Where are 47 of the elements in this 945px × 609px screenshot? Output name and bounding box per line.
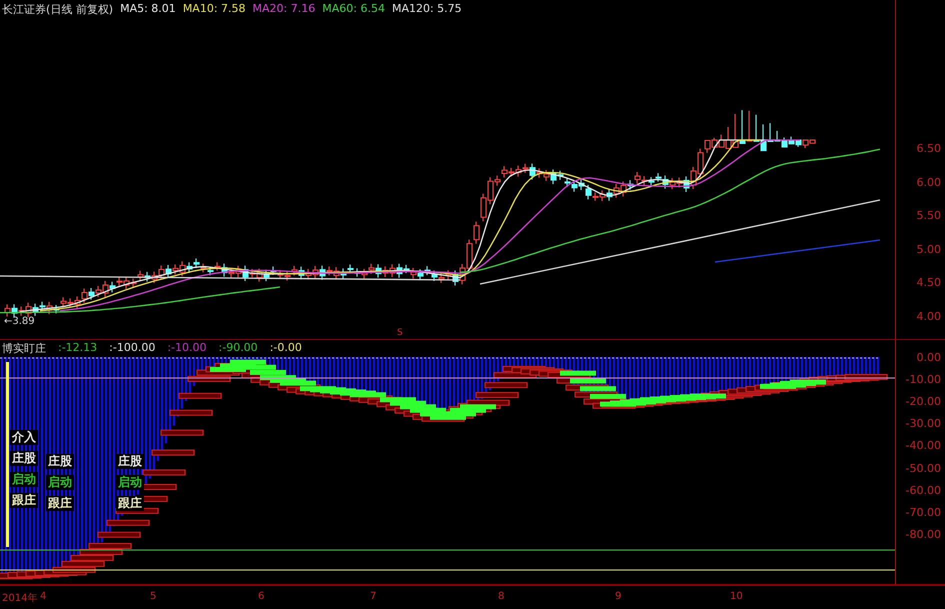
indicator-axis-label: -40.00 (906, 439, 941, 452)
signal-label: 启动 (46, 475, 74, 490)
time-axis-label: 8 (498, 591, 504, 602)
indicator-axis-label: -70.00 (906, 506, 941, 519)
time-axis-label: 7 (370, 591, 376, 602)
price-axis-label: 5.50 (916, 209, 941, 222)
time-axis-label: 2014年 (2, 592, 38, 605)
indicator-axis-label: 0.00 (916, 351, 941, 364)
price-axis-label: 4.50 (916, 276, 941, 290)
indicator-axis-label: -50.00 (906, 462, 941, 474)
indicator-axis-label: -30.00 (906, 417, 941, 430)
moving-average-value: MA120: 5.75 (392, 2, 462, 17)
signal-label: 启动 (10, 472, 38, 487)
time-axis-label: 9 (615, 591, 622, 602)
indicator-axis-label: -10.00 (906, 373, 941, 386)
signal-label: 庄股 (116, 454, 144, 469)
indicator-axis-label: -60.00 (906, 484, 941, 497)
chart-title: 长江证券(日线 前复权) (2, 2, 114, 17)
moving-average-value: MA10: 7.58 (182, 2, 246, 17)
low-price-marker: ←3.89 (4, 316, 35, 327)
price-axis-label: 4.00 (916, 310, 941, 323)
price-axis-label: 5.00 (916, 242, 941, 256)
signal-label: 庄股 (10, 451, 38, 466)
time-axis-label: 6 (258, 591, 264, 602)
signal-mark: S (397, 328, 403, 338)
indicator-value: :-90.00 (218, 341, 258, 356)
indicator-name: 博实盯庄 (2, 341, 46, 356)
signal-label: 跟庄 (10, 493, 38, 508)
indicator-value: :-0.00 (270, 341, 302, 356)
price-axis-label: 6.50 (916, 142, 941, 155)
signal-label: 启动 (116, 475, 144, 490)
indicator-value: :-10.00 (167, 341, 207, 356)
moving-average-value: MA5: 8.01 (120, 2, 176, 17)
price-axis-label: 6.00 (916, 176, 941, 189)
signal-label: 跟庄 (116, 496, 144, 511)
signal-label: 跟庄 (46, 496, 74, 511)
signal-label: 庄股 (46, 454, 74, 469)
moving-average-value: MA60: 6.54 (322, 2, 385, 17)
indicator-axis-label: -80.00 (906, 528, 941, 541)
indicator-axis-label: -20.00 (906, 395, 941, 408)
time-axis-label: 4 (40, 591, 46, 602)
time-axis-label: 10 (730, 591, 743, 602)
signal-label: 介入 (10, 430, 38, 445)
time-axis-label: 5 (150, 591, 156, 602)
indicator-value: :-12.13 (58, 341, 98, 356)
moving-average-value: MA20: 7.16 (252, 2, 316, 17)
indicator-value: :-100.00 (109, 341, 156, 356)
